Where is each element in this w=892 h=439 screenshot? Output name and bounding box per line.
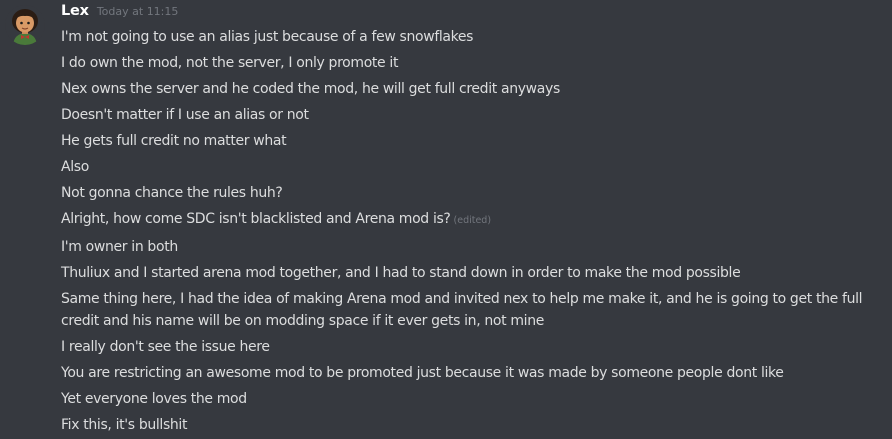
timestamp[interactable]: Today at 11:15 [97, 5, 179, 18]
message-group: Lex Today at 11:15 I'm not going to use … [0, 0, 892, 439]
message-text: Alright, how come SDC isn't blacklisted … [61, 211, 451, 227]
user-avatar[interactable] [5, 5, 45, 45]
message-header: Lex Today at 11:15 [61, 3, 178, 25]
username[interactable]: Lex [61, 3, 89, 19]
message-text: Not gonna chance the rules huh? [61, 185, 283, 201]
message-text: Thuliux and I started arena mod together… [61, 265, 741, 281]
message-text: You are restricting an awesome mod to be… [61, 365, 784, 381]
message-text: I'm not going to use an alias just becau… [61, 29, 474, 45]
message-text: Also [61, 159, 89, 175]
cartoon-character-avatar-icon [5, 5, 45, 45]
message-text: Same thing here, I had the idea of makin… [61, 291, 863, 329]
message-text: I do own the mod, not the server, I only… [61, 55, 399, 71]
message-text: I'm owner in both [61, 239, 178, 255]
message-text: Fix this, it's bullshit [61, 417, 188, 433]
message-text: Yet everyone loves the mod [61, 391, 247, 407]
message-text: He gets full credit no matter what [61, 133, 287, 149]
message-text: Doesn't matter if I use an alias or not [61, 107, 309, 123]
message-text: Nex owns the server and he coded the mod… [61, 81, 560, 97]
message-list: I'm not going to use an alias just becau… [61, 24, 887, 438]
edited-label: (edited) [453, 215, 492, 226]
message-text: I really don't see the issue here [61, 339, 270, 355]
message-edited: Alright, how come SDC isn't blacklisted … [61, 206, 887, 234]
